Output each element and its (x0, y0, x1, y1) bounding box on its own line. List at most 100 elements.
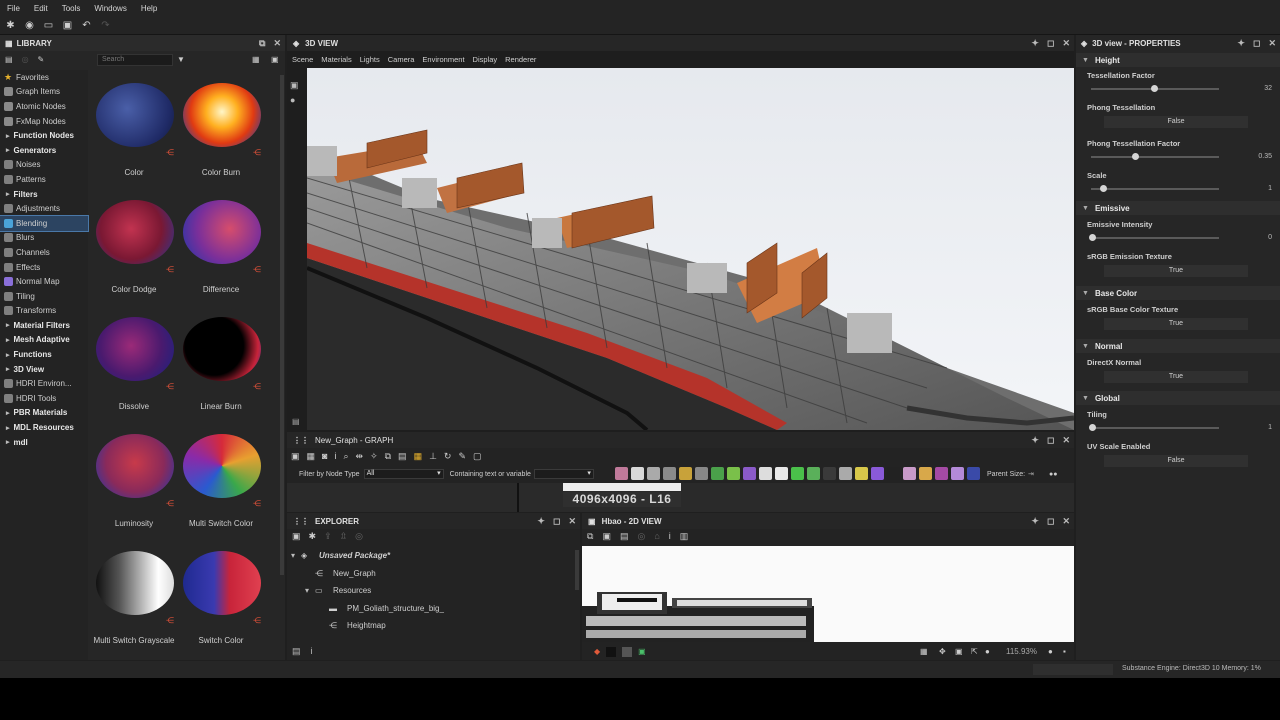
uv-scale-toggle[interactable]: False (1104, 455, 1248, 467)
black-bg-icon[interactable] (606, 646, 617, 657)
dot-icon[interactable]: ● (1048, 647, 1053, 656)
refresh-icon[interactable]: ↻ (444, 451, 452, 462)
library-tree-item[interactable]: ▸ mdl (0, 435, 88, 450)
explorer-row[interactable]: ⋲ New_Graph (305, 565, 376, 582)
library-tree-item[interactable]: ▸ Filters (0, 187, 88, 202)
library-tree-item[interactable]: Effects (0, 260, 88, 275)
save-icon[interactable]: ▣ (61, 19, 74, 32)
tiling-knob[interactable] (1089, 424, 1096, 431)
library-tree-item[interactable]: ▸ Function Nodes (0, 128, 88, 143)
grid-icon[interactable]: ▢ (473, 451, 482, 462)
maximize-icon[interactable]: ◻ (1047, 435, 1054, 446)
node-normal-icon[interactable] (807, 467, 820, 480)
library-back-icon[interactable]: ◎ (22, 55, 29, 64)
close-icon[interactable]: ✕ (1062, 435, 1070, 446)
library-tree-item[interactable]: Graph Items (0, 85, 88, 100)
pin-icon[interactable]: ✦ (537, 516, 545, 527)
more-icon[interactable]: ●● (1049, 471, 1057, 478)
save-icon[interactable]: ▣ (292, 531, 301, 542)
maximize-icon[interactable]: ◻ (553, 516, 560, 527)
library-item[interactable]: ⋲ Multi Switch Grayscale (90, 544, 178, 658)
grid-icon[interactable]: ▦ (920, 647, 928, 656)
emissive-slider[interactable] (1089, 234, 1219, 241)
export-icon[interactable]: ⇫ (340, 531, 348, 542)
phong-toggle[interactable]: False (1104, 116, 1248, 128)
emissive-knob[interactable] (1089, 234, 1096, 241)
node-pattern-icon[interactable] (935, 467, 948, 480)
library-item[interactable]: ⋲ Switch Color (177, 544, 265, 658)
graph-node-thumbnail[interactable] (563, 483, 681, 491)
library-tree-item[interactable]: ▸ Mesh Adaptive (0, 333, 88, 348)
close-icon[interactable]: ✕ (1062, 38, 1070, 49)
section-normal[interactable]: ▼ Normal (1076, 339, 1280, 353)
histogram-icon[interactable]: ▥ (680, 531, 689, 542)
tess-value[interactable]: 32 (1264, 85, 1272, 92)
library-tree-item[interactable]: ▸ Generators (0, 143, 88, 158)
section-base-color[interactable]: ▼ Base Color (1076, 286, 1280, 300)
node-text-tool-icon[interactable] (951, 467, 964, 480)
library-tree-item[interactable]: Tiling (0, 289, 88, 304)
node-uniform-icon[interactable] (775, 467, 788, 480)
library-tree-item[interactable]: Patterns (0, 172, 88, 187)
close-icon[interactable]: ✕ (1062, 516, 1070, 527)
library-item[interactable]: ⋲ Difference (177, 193, 265, 308)
filter-icon[interactable]: ▼ (177, 55, 185, 64)
tiling-slider[interactable] (1089, 424, 1219, 431)
close-icon[interactable]: ✕ (273, 38, 281, 49)
caret-down-icon[interactable]: ▾ (305, 586, 315, 595)
env-icon[interactable]: ▣ (638, 647, 646, 656)
filter-type-select[interactable]: All ▾ (363, 469, 444, 479)
node-gradient-icon[interactable] (727, 467, 740, 480)
library-tree-item[interactable]: ▸ MDL Resources (0, 420, 88, 435)
library-tree-item[interactable]: Normal Map (0, 274, 88, 289)
close-icon[interactable]: ✕ (568, 516, 576, 527)
section-height[interactable]: ▼ Height (1076, 53, 1280, 67)
screenshot-icon[interactable]: ◙ (322, 451, 327, 461)
pin-icon[interactable]: ✦ (1031, 516, 1039, 527)
node-emboss-icon[interactable] (791, 467, 804, 480)
duplicate-icon[interactable]: ▤ (620, 531, 629, 542)
maximize-icon[interactable]: ◻ (1047, 38, 1054, 49)
frame-nodes-icon[interactable]: ▦ (414, 451, 423, 462)
node-transform-icon[interactable] (663, 467, 676, 480)
node-text-icon[interactable] (647, 467, 660, 480)
node-frame-icon[interactable] (967, 467, 980, 480)
sort-icon[interactable]: ▦ (307, 451, 316, 462)
light-icon[interactable]: ● (290, 95, 304, 105)
srgb-emission-toggle[interactable]: True (1104, 265, 1248, 277)
phong-factor-slider[interactable] (1091, 153, 1219, 160)
section-emissive[interactable]: ▼ Emissive (1076, 201, 1280, 215)
library-tree-item[interactable]: ▸ PBR Materials (0, 406, 88, 421)
library-tree-item[interactable]: Noises (0, 158, 88, 173)
wrench-icon[interactable]: ✎ (458, 451, 466, 462)
library-tree-item[interactable]: HDRI Tools (0, 391, 88, 406)
graph-canvas[interactable]: 4096x4096 - L16 (287, 483, 1074, 512)
explorer-row[interactable]: ▬ PM_Goliath_structure_big_ (319, 600, 444, 617)
node-warp-icon[interactable] (823, 467, 836, 480)
menu-edit[interactable]: Edit (34, 4, 48, 13)
library-search-input[interactable]: Search (97, 54, 173, 66)
node-grayscale-icon[interactable] (759, 467, 772, 480)
srgb-base-toggle[interactable]: True (1104, 318, 1248, 330)
tiling-icon[interactable]: ✥ (939, 647, 946, 656)
directx-toggle[interactable]: True (1104, 371, 1248, 383)
comment-icon[interactable]: ▤ (398, 451, 407, 462)
menu-windows[interactable]: Windows (94, 4, 126, 13)
caret-down-icon[interactable]: ▾ (291, 551, 301, 560)
view-mode-icon[interactable]: ▦ (252, 55, 260, 64)
info-icon[interactable]: i (311, 646, 313, 657)
library-tree-item[interactable]: Adjustments (0, 201, 88, 216)
tiling-value[interactable]: 1 (1268, 424, 1272, 431)
library-tree-item[interactable]: FxMap Nodes (0, 114, 88, 129)
library-item[interactable]: ⋲ Color Dodge (90, 193, 178, 308)
open-folder-icon[interactable]: ▭ (42, 19, 55, 32)
new-substance-icon[interactable]: ◉ (23, 19, 36, 32)
tess-slider-knob[interactable] (1151, 85, 1158, 92)
explorer-row[interactable]: ▾ ◈ Unsaved Package* (291, 547, 390, 564)
library-tree-item[interactable]: ▸ 3D View (0, 362, 88, 377)
view3d-menu-materials[interactable]: Materials (321, 55, 351, 64)
import-icon[interactable]: ⇪ (324, 531, 332, 542)
maximize-icon[interactable]: ◻ (1047, 516, 1054, 527)
undo-icon[interactable]: ↶ (80, 19, 93, 32)
pin-icon[interactable]: ✦ (1031, 435, 1039, 446)
